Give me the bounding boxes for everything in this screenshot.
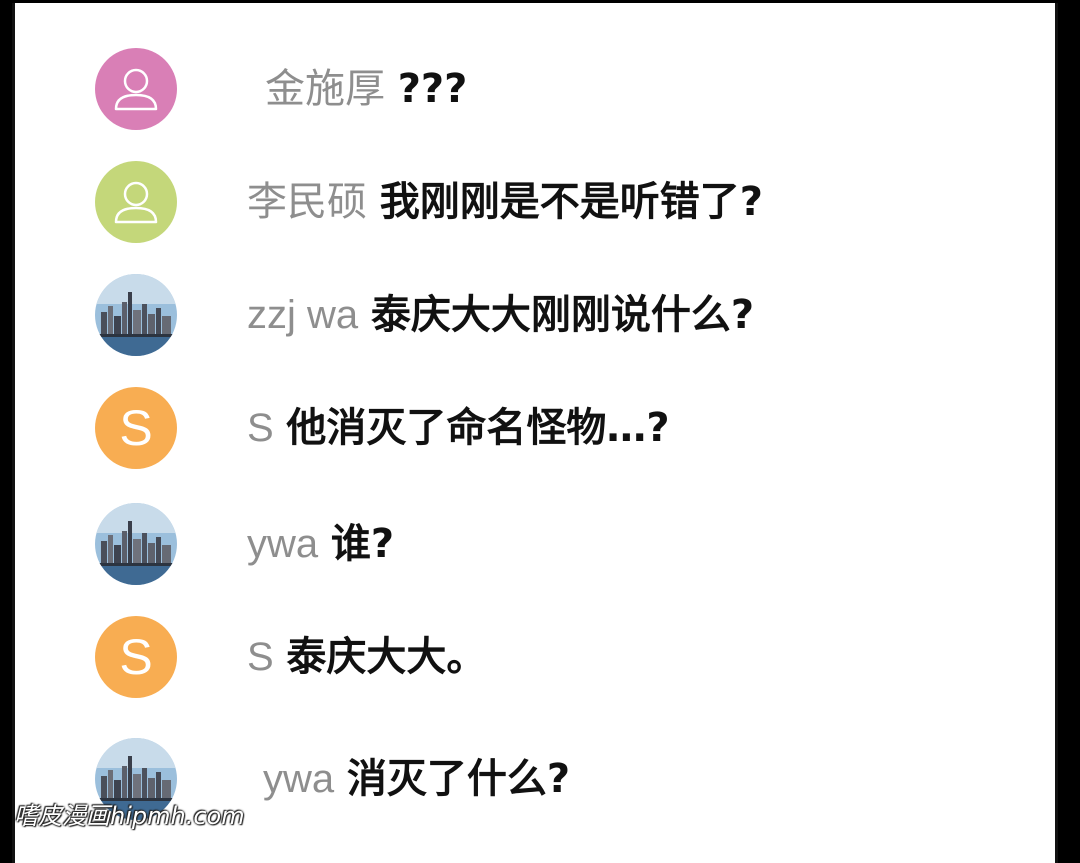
watermark-text: 嗜皮漫画hipmh.com (14, 802, 245, 830)
avatar-letter: S (119, 629, 153, 685)
avatar[interactable] (95, 161, 177, 243)
message-text-line: 李民硕 我刚刚是不是听错了? (247, 175, 763, 229)
sender-name: S (247, 635, 274, 679)
message-content: 我刚刚是不是听错了? (379, 179, 763, 225)
chat-panel: 金施厚 ??? 李民硕 我刚刚是不是听错了? zzj wa 泰庆大大刚刚说什么?… (12, 3, 1058, 863)
message-content: ??? (397, 66, 468, 112)
chat-message: zzj wa 泰庆大大刚刚说什么? (95, 274, 1035, 358)
sender-name: S (247, 406, 274, 450)
avatar[interactable]: S (95, 616, 177, 698)
city-skyline-photo (95, 503, 177, 585)
message-text-line: ywa 消灭了什么? (263, 752, 570, 806)
sender-name: ywa (247, 522, 319, 566)
chat-message: 金施厚 ??? (95, 48, 1035, 132)
message-text-line: S 他消灭了命名怪物…? (247, 401, 670, 455)
chat-message: S S 他消灭了命名怪物…? (95, 387, 1035, 471)
message-content: 泰庆大大。 (286, 634, 487, 680)
message-text-line: S 泰庆大大。 (247, 630, 486, 684)
message-content: 谁? (330, 521, 395, 567)
sender-name: ywa (263, 757, 335, 801)
city-skyline-photo (95, 274, 177, 356)
message-content: 泰庆大大刚刚说什么? (370, 292, 755, 338)
avatar[interactable] (95, 503, 177, 585)
chat-message: S S 泰庆大大。 (95, 616, 1035, 700)
chat-message: 李民硕 我刚刚是不是听错了? (95, 161, 1035, 245)
message-text-line: zzj wa 泰庆大大刚刚说什么? (247, 288, 754, 342)
person-icon (114, 68, 158, 111)
person-icon (114, 181, 158, 224)
avatar[interactable] (95, 274, 177, 356)
comic-panel-frame: 金施厚 ??? 李民硕 我刚刚是不是听错了? zzj wa 泰庆大大刚刚说什么?… (0, 0, 1080, 863)
message-text-line: ywa 谁? (247, 517, 394, 571)
message-content: 消灭了什么? (346, 756, 571, 802)
message-text-line: 金施厚 ??? (265, 62, 467, 116)
avatar-letter: S (119, 400, 153, 456)
sender-name: 李民硕 (247, 180, 367, 224)
sender-name: 金施厚 (265, 67, 385, 111)
avatar[interactable] (95, 48, 177, 130)
avatar[interactable]: S (95, 387, 177, 469)
sender-name: zzj wa (247, 293, 359, 337)
message-content: 他消灭了命名怪物…? (286, 405, 670, 451)
chat-message: ywa 谁? (95, 503, 1035, 587)
